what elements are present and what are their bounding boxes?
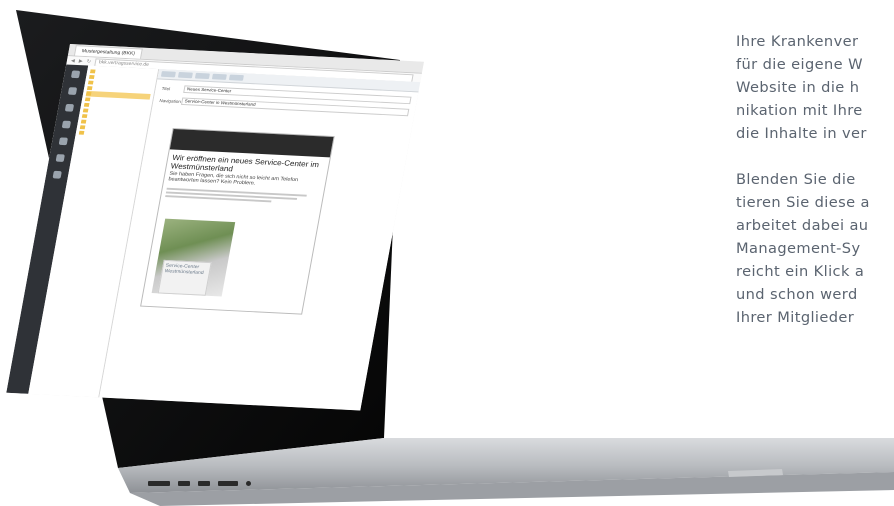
folder-icon bbox=[85, 91, 92, 96]
text-line: und schon werd bbox=[736, 286, 858, 303]
usb-port bbox=[198, 480, 210, 486]
text-line: für die eigene W bbox=[736, 56, 863, 73]
search-icon[interactable] bbox=[55, 154, 65, 162]
text-line: Blenden Sie die bbox=[736, 171, 856, 188]
paragraph-2: Blenden Sie die tieren Sie diese a arbei… bbox=[736, 168, 894, 329]
logout-icon[interactable] bbox=[52, 170, 62, 179]
marketing-text: Ihre Krankenver für die eigene W Website… bbox=[736, 30, 894, 329]
thunderbolt-port bbox=[148, 480, 170, 486]
text-line: Ihre Krankenver bbox=[736, 33, 859, 50]
service-center-sign: Service-Center Westmünsterland bbox=[157, 259, 212, 296]
toolbar-button[interactable] bbox=[160, 71, 176, 78]
hdmi-port bbox=[218, 480, 238, 486]
folder-icon bbox=[81, 113, 88, 118]
rte-toolbar bbox=[169, 128, 334, 158]
text-line: reicht ein Klick a bbox=[736, 263, 865, 280]
marketing-scene: Mustergestaltung (BKK) ◀ ▶ ↻ bkk.vertrag… bbox=[0, 0, 894, 506]
back-icon[interactable]: ◀ bbox=[70, 58, 75, 64]
folder-icon bbox=[78, 130, 85, 135]
laptop-ports bbox=[148, 477, 251, 489]
folder-icon bbox=[88, 74, 95, 79]
text-line: tieren Sie diese a bbox=[736, 194, 870, 211]
folder-icon bbox=[79, 125, 86, 130]
folder-icon bbox=[87, 80, 94, 85]
home-icon[interactable] bbox=[67, 87, 78, 95]
text-line: die Inhalte in ver bbox=[736, 125, 867, 142]
navigation-label: Navigation bbox=[159, 97, 182, 104]
folder-icon bbox=[82, 108, 89, 113]
reload-icon[interactable]: ↻ bbox=[86, 59, 91, 65]
text-line: Website in die h bbox=[736, 79, 860, 96]
title-label: Titel bbox=[161, 85, 171, 91]
laptop-screen: Mustergestaltung (BKK) ◀ ▶ ↻ bkk.vertrag… bbox=[6, 44, 424, 411]
rich-text-editor[interactable]: Wir eröffnen ein neues Service-Center im… bbox=[140, 127, 335, 315]
headphone-port bbox=[246, 480, 251, 486]
avatar[interactable] bbox=[70, 70, 81, 79]
folder-icon bbox=[89, 69, 96, 74]
toolbar-button[interactable] bbox=[194, 72, 210, 80]
folder-icon bbox=[86, 85, 93, 90]
folder-icon bbox=[84, 97, 91, 102]
text-line: arbeitet dabei au bbox=[736, 217, 869, 234]
text-line: Management-Sy bbox=[736, 240, 861, 257]
text-line: Ihrer Mitglieder bbox=[736, 309, 855, 326]
media-icon[interactable] bbox=[61, 120, 72, 129]
cms-app: Titel Neues Service-Center Navigation Se… bbox=[6, 64, 421, 411]
text-line: nikation mit Ihre bbox=[736, 102, 863, 119]
toolbar-button[interactable] bbox=[177, 71, 193, 79]
folder-icon bbox=[83, 102, 90, 107]
folder-icon bbox=[80, 119, 87, 124]
toolbar-button[interactable] bbox=[211, 73, 227, 80]
pages-icon[interactable] bbox=[64, 103, 75, 112]
usb-port bbox=[178, 480, 190, 486]
body-text-lines bbox=[165, 187, 319, 205]
forward-icon[interactable]: ▶ bbox=[78, 59, 83, 65]
toolbar-button[interactable] bbox=[228, 74, 244, 81]
extensions-icon[interactable] bbox=[58, 137, 68, 146]
paragraph-1: Ihre Krankenver für die eigene W Website… bbox=[736, 30, 894, 145]
